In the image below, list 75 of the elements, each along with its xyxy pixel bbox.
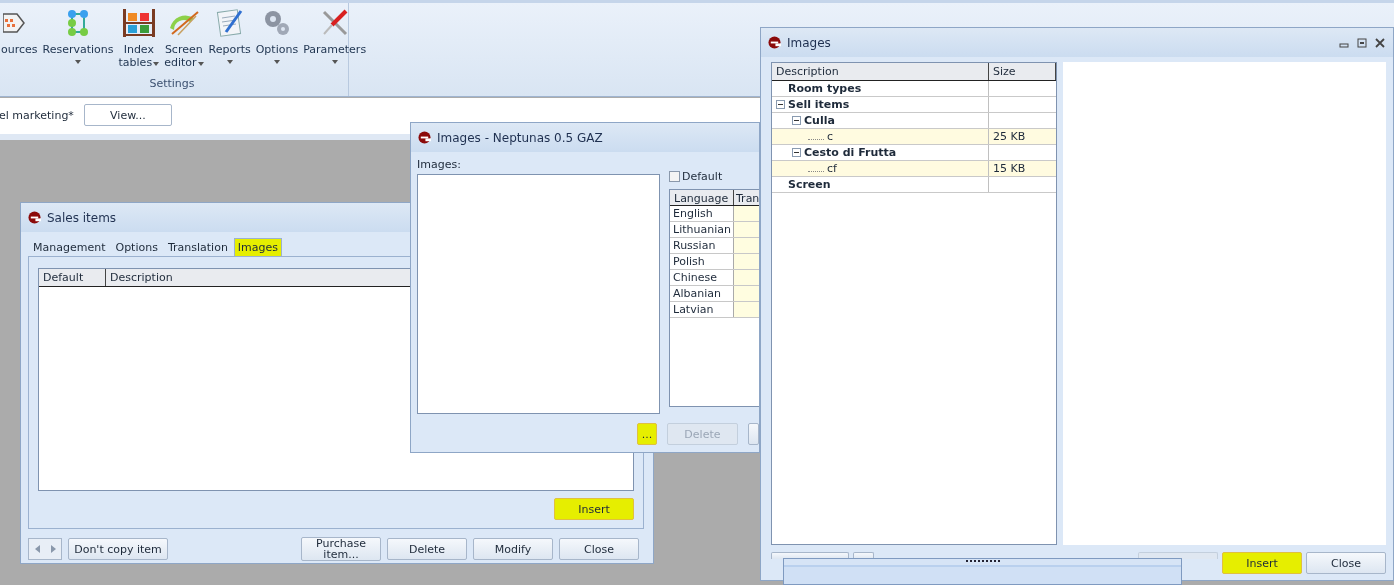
column-header[interactable]: Tran xyxy=(734,190,759,205)
marketing-label: el marketing* xyxy=(0,108,74,122)
window-title: Images - Neptunas 0.5 GAZ xyxy=(437,130,603,145)
purchase-item-button[interactable]: Purchase item... xyxy=(301,537,381,561)
translation-cell[interactable] xyxy=(734,206,759,221)
tree-item-label[interactable]: Culla xyxy=(804,114,835,127)
select-button[interactable] xyxy=(1138,552,1218,559)
default-checkbox[interactable] xyxy=(669,171,680,182)
column-header[interactable]: Description xyxy=(106,269,406,286)
tab[interactable]: Images xyxy=(233,238,283,256)
ribbon-button[interactable]: Reports xyxy=(207,3,252,69)
maximize-icon[interactable] xyxy=(1357,37,1367,48)
images-label: Images: xyxy=(417,158,462,171)
right-arrow-icon xyxy=(50,545,56,553)
close-button[interactable]: Close xyxy=(559,538,639,560)
tree-item-label[interactable]: c xyxy=(827,130,834,143)
caret-icon xyxy=(153,61,160,66)
close-icon[interactable] xyxy=(1375,37,1385,48)
window-title: Images xyxy=(787,35,831,50)
language-cell: Albanian xyxy=(670,286,734,301)
ribbon-button[interactable]: Reservations xyxy=(41,3,115,69)
ribbon-button[interactable]: Options xyxy=(254,3,300,69)
app-logo-icon xyxy=(768,36,781,49)
translation-cell[interactable] xyxy=(734,238,759,253)
collapse-icon[interactable] xyxy=(792,116,801,125)
caret-icon xyxy=(226,60,233,64)
ribbon-button[interactable]: ources xyxy=(0,3,39,69)
translation-cell[interactable] xyxy=(734,254,759,269)
window-title: Sales items xyxy=(47,210,117,225)
tree-item-label[interactable]: Screen xyxy=(788,178,831,191)
delete-button[interactable]: Delete xyxy=(387,538,467,560)
tab[interactable]: Translation xyxy=(163,238,232,256)
tab[interactable]: Options xyxy=(111,238,162,256)
translation-cell[interactable] xyxy=(734,270,759,285)
previous-button[interactable] xyxy=(29,539,45,559)
translation-cell[interactable] xyxy=(734,286,759,301)
tree-item-label[interactable]: Cesto di Frutta xyxy=(804,146,897,159)
tree-item-label[interactable]: Room types xyxy=(788,82,862,95)
collapse-icon[interactable] xyxy=(792,148,801,157)
app-logo-icon xyxy=(28,211,41,224)
tree-item-label[interactable]: Sell items xyxy=(788,98,850,111)
shelf-icon xyxy=(121,8,156,38)
app-logo-icon xyxy=(418,131,431,144)
size-cell: 25 KB xyxy=(993,130,1026,143)
translation-cell[interactable] xyxy=(734,222,759,237)
grip-icon[interactable] xyxy=(965,560,1000,563)
insert-button[interactable]: Insert xyxy=(1222,552,1302,574)
notepad-icon xyxy=(215,8,244,38)
tree-item-label[interactable]: cf xyxy=(827,162,837,175)
column-header[interactable]: Size xyxy=(989,63,1056,80)
caret-icon xyxy=(273,60,280,64)
column-header[interactable]: Default xyxy=(39,269,106,286)
ribbon-button[interactable]: Parameters xyxy=(302,3,368,69)
view-button[interactable]: View... xyxy=(83,104,172,126)
caret-icon xyxy=(75,60,82,64)
ruler-icon xyxy=(167,8,200,38)
modify-button[interactable]: Modify xyxy=(473,538,553,560)
caret-icon xyxy=(197,61,204,66)
dont-copy-button[interactable]: Don't copy item xyxy=(68,538,168,560)
close-button[interactable]: Close xyxy=(1306,552,1386,574)
insert-button[interactable]: Insert xyxy=(554,498,634,520)
size-cell: 15 KB xyxy=(993,162,1026,175)
next-button[interactable] xyxy=(45,539,61,559)
tab[interactable]: Management xyxy=(29,238,110,256)
browse-button[interactable]: ... xyxy=(637,423,657,445)
language-cell: Chinese xyxy=(670,270,734,285)
left-arrow-icon xyxy=(34,545,40,553)
group-label: Settings xyxy=(149,77,195,90)
column-header[interactable]: Description xyxy=(772,63,989,80)
default-label: Default xyxy=(682,170,723,183)
caret-icon xyxy=(331,60,338,64)
ribbon-button[interactable]: Index tables xyxy=(117,3,161,69)
ribbon-button[interactable]: Screen editor xyxy=(163,3,205,69)
collapse-icon[interactable] xyxy=(776,100,785,109)
translation-cell[interactable] xyxy=(734,302,759,317)
